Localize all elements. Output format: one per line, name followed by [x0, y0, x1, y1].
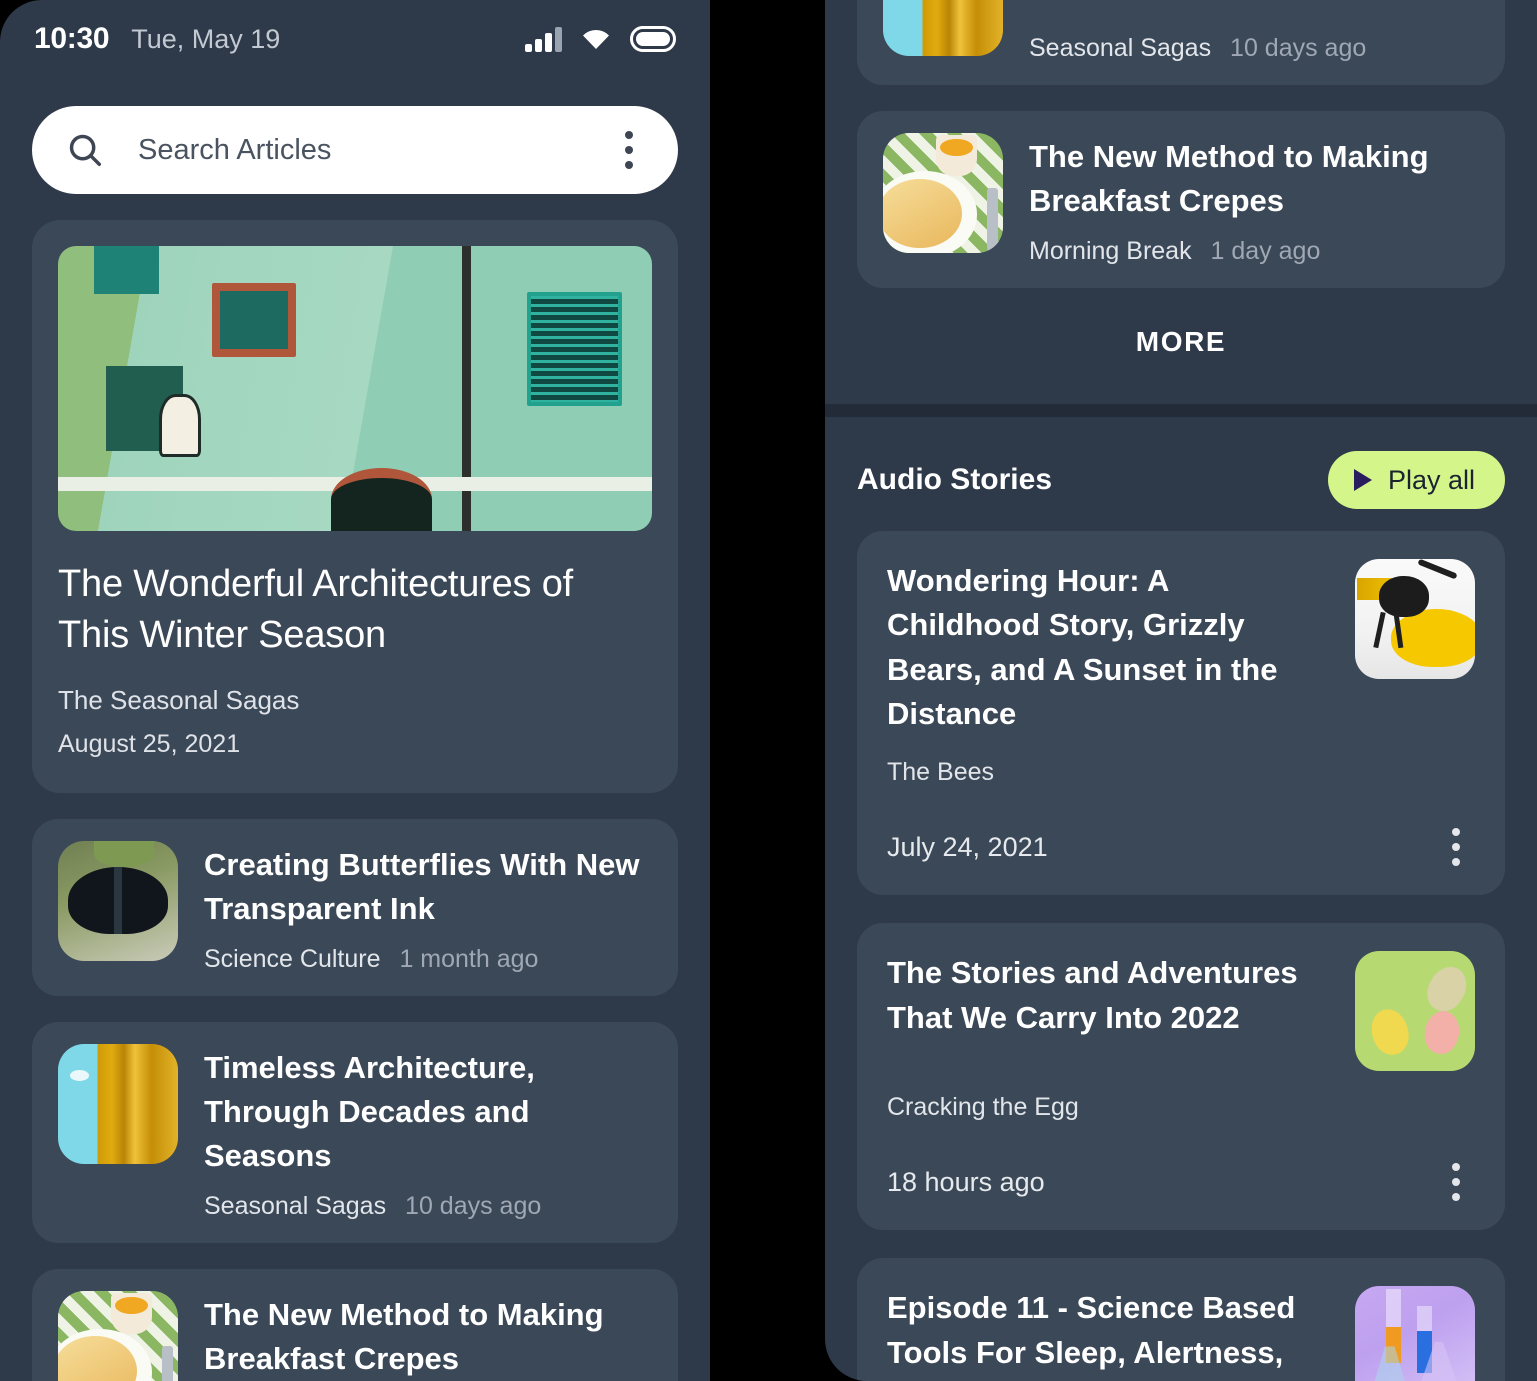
audio-story-thumbnail [1355, 1286, 1475, 1381]
audio-card-top: Wondering Hour: A Childhood Story, Grizz… [887, 559, 1475, 736]
audio-story-source: Cracking the Egg [887, 1093, 1079, 1122]
audio-card-footer: 18 hours ago [887, 1160, 1475, 1204]
list-item-thumbnail [58, 840, 178, 961]
list-item-ago: 1 day ago [1210, 237, 1321, 266]
status-bar-date: Tue, May 19 [131, 23, 281, 54]
audio-story-title: The Stories and Adventures That We Carry… [887, 955, 1298, 1035]
list-item-ago: 10 days ago [405, 1191, 542, 1220]
list-item-thumbnail [58, 1290, 178, 1381]
list-item[interactable]: Creating Butterflies With New Transparen… [32, 818, 678, 996]
list-item-meta: Seasonal Sagas 10 days ago [204, 1192, 652, 1221]
list-item-body: Creating Butterflies With New Transparen… [204, 841, 652, 974]
search-bar-container: Search Articles [0, 78, 710, 194]
list-item-source: Seasonal Sagas [204, 1191, 387, 1220]
audio-card-footer: July 24, 2021 [887, 825, 1475, 869]
list-item[interactable]: Timeless Architecture, Through Decades a… [32, 1021, 678, 1243]
list-item-source: Science Culture [204, 944, 381, 973]
list-item[interactable]: The New Method to Making Breakfast Crepe… [857, 111, 1505, 289]
list-item-meta: Seasonal Sagas 10 days ago [1029, 34, 1479, 63]
list-item-ago: 10 days ago [1230, 34, 1367, 63]
signal-bars-icon [525, 26, 562, 52]
list-item-meta: Morning Break 1 day ago [1029, 237, 1479, 266]
audio-card-top: Episode 11 - Science Based Tools For Sle… [887, 1286, 1475, 1381]
audio-stories-header: Audio Stories Play all [857, 417, 1505, 531]
audio-story-card[interactable]: Wondering Hour: A Childhood Story, Grizz… [857, 531, 1505, 896]
audio-story-card[interactable]: Episode 11 - Science Based Tools For Sle… [857, 1258, 1505, 1381]
search-icon [69, 134, 101, 166]
hero-article-title: The Wonderful Architectures of This Wint… [58, 563, 573, 656]
list-item-title: Timeless Architecture, Through Decades a… [204, 1049, 535, 1173]
list-item-thumbnail [883, 133, 1003, 254]
hero-article-source: The Seasonal Sagas [58, 684, 300, 715]
list-item-thumbnail [58, 1043, 178, 1164]
audio-story-title: Episode 11 - Science Based Tools For Sle… [887, 1290, 1296, 1381]
hero-article-image [58, 246, 652, 531]
hero-article-date: August 25, 2021 [58, 729, 241, 758]
audio-story-title: Wondering Hour: A Childhood Story, Grizz… [887, 563, 1278, 732]
status-bar-time: 10:30 [34, 22, 110, 55]
audio-story-card[interactable]: The Stories and Adventures That We Carry… [857, 923, 1505, 1231]
status-bar-icons [525, 26, 676, 52]
audio-story-thumbnail [1355, 559, 1475, 680]
hero-article-card[interactable]: The Wonderful Architectures of This Wint… [32, 220, 678, 793]
list-item-thumbnail [883, 0, 1003, 56]
kebab-menu-icon[interactable] [1437, 1160, 1475, 1204]
list-item-meta: Science Culture 1 month ago [204, 945, 652, 974]
kebab-menu-icon[interactable] [1437, 825, 1475, 869]
status-bar: 10:30 Tue, May 19 [0, 0, 710, 78]
wifi-icon [583, 29, 609, 49]
list-item[interactable]: The New Method to Making Breakfast Crepe… [32, 1268, 678, 1381]
audio-story-source: The Bees [887, 758, 995, 787]
audio-story-thumbnail [1355, 951, 1475, 1072]
list-item-body: The New Method to Making Breakfast Crepe… [1029, 133, 1479, 266]
list-item-ago: 1 month ago [399, 944, 539, 973]
right-scroll-area: Seasonal Sagas 10 days ago The New Metho… [825, 0, 1537, 1381]
search-input[interactable]: Search Articles [138, 134, 610, 167]
more-button[interactable]: MORE [857, 288, 1505, 404]
list-item-title: The New Method to Making Breakfast Crepe… [204, 1296, 604, 1376]
play-all-label: Play all [1387, 464, 1475, 495]
battery-icon [630, 26, 676, 52]
left-phone-panel: 10:30 Tue, May 19 Search Articles The Wo… [0, 0, 710, 1381]
list-item-title: Creating Butterflies With New Transparen… [204, 846, 640, 926]
kebab-menu-icon[interactable] [610, 128, 648, 172]
play-triangle-icon [1353, 469, 1372, 492]
list-item-body: Seasonal Sagas 10 days ago [1029, 0, 1479, 63]
list-item[interactable]: Seasonal Sagas 10 days ago [857, 0, 1505, 86]
audio-story-date: July 24, 2021 [887, 831, 1048, 862]
audio-stories-title: Audio Stories [857, 463, 1053, 497]
list-item-title: The New Method to Making Breakfast Crepe… [1029, 139, 1429, 219]
search-bar[interactable]: Search Articles [32, 106, 678, 194]
list-item-source: Seasonal Sagas [1029, 34, 1212, 63]
list-item-body: Timeless Architecture, Through Decades a… [204, 1044, 652, 1221]
audio-card-top: The Stories and Adventures That We Carry… [887, 951, 1475, 1072]
play-all-button[interactable]: Play all [1327, 451, 1505, 510]
list-item-source: Morning Break [1029, 237, 1192, 266]
audio-story-date: 18 hours ago [887, 1166, 1045, 1197]
section-divider [825, 404, 1537, 418]
list-item-body: The New Method to Making Breakfast Crepe… [204, 1291, 652, 1381]
screenshot-stage: 10:30 Tue, May 19 Search Articles The Wo… [0, 0, 1537, 1381]
right-phone-panel: Seasonal Sagas 10 days ago The New Metho… [825, 0, 1537, 1381]
article-feed: The Wonderful Architectures of This Wint… [0, 194, 710, 1381]
